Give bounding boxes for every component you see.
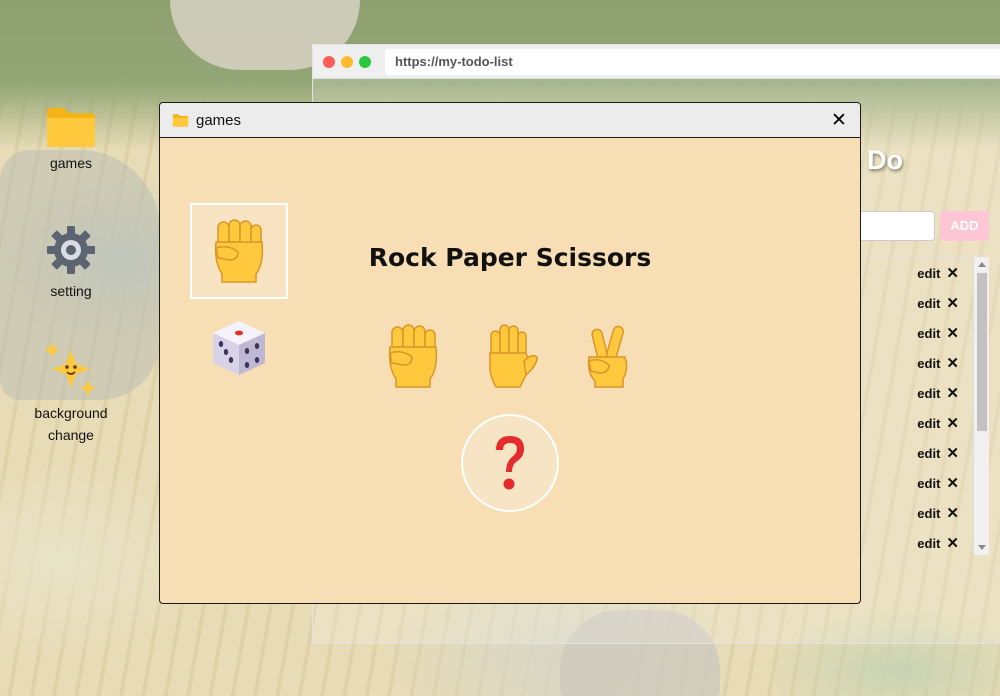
desktop-icon-label: games	[49, 155, 93, 171]
todo-row: edit ✕	[853, 378, 989, 408]
scroll-up-icon[interactable]	[978, 262, 986, 267]
edit-button[interactable]: edit	[917, 326, 940, 341]
todo-list: edit ✕ edit ✕ edit ✕ edit ✕ edit ✕ edit ✕ edit ✕ edit ✕…	[853, 257, 989, 555]
todo-row: edit ✕	[853, 468, 989, 498]
todo-row: edit ✕	[853, 288, 989, 318]
edit-button[interactable]: edit	[917, 536, 940, 551]
browser-toolbar: https://my-todo-list	[313, 45, 1000, 79]
add-button[interactable]: ADD	[940, 211, 989, 241]
raised-fist-icon	[214, 219, 264, 283]
todo-row: edit ✕	[853, 438, 989, 468]
delete-icon[interactable]: ✕	[946, 384, 959, 402]
scissors-choice-button[interactable]	[572, 321, 642, 391]
edit-button[interactable]: edit	[917, 446, 940, 461]
delete-icon[interactable]: ✕	[946, 444, 959, 462]
edit-button[interactable]: edit	[917, 266, 940, 281]
delete-icon[interactable]: ✕	[946, 474, 959, 492]
tab-dice[interactable]	[190, 299, 288, 395]
folder-icon	[47, 108, 95, 147]
games-titlebar[interactable]: games ✕	[160, 103, 860, 138]
delete-icon[interactable]: ✕	[946, 354, 959, 372]
maximize-dot-icon[interactable]	[359, 55, 371, 68]
delete-icon[interactable]: ✕	[946, 534, 959, 552]
scrollbar[interactable]	[973, 257, 989, 555]
todo-row: edit ✕	[853, 498, 989, 528]
close-dot-icon[interactable]	[323, 55, 335, 68]
edit-button[interactable]: edit	[917, 386, 940, 401]
edit-button[interactable]: edit	[917, 506, 940, 521]
todo-title: o Do	[843, 145, 903, 175]
todo-row: edit ✕	[853, 258, 989, 288]
todo-row: edit ✕	[853, 528, 989, 555]
delete-icon[interactable]: ✕	[946, 414, 959, 432]
paper-choice-button[interactable]	[475, 321, 545, 391]
scroll-thumb[interactable]	[977, 273, 987, 431]
close-button[interactable]: ✕	[828, 109, 850, 131]
todo-row: edit ✕	[853, 408, 989, 438]
desktop-icon-label: background change	[34, 405, 108, 443]
dice-icon	[213, 321, 265, 375]
scroll-down-icon[interactable]	[978, 545, 986, 550]
question-mark-icon	[496, 436, 524, 490]
edit-button[interactable]: edit	[917, 356, 940, 371]
delete-icon[interactable]: ✕	[946, 294, 959, 312]
scissors-hand-icon	[587, 325, 628, 388]
rock-fist-icon	[388, 324, 438, 388]
delete-icon[interactable]: ✕	[946, 324, 959, 342]
sparkles-icon	[44, 342, 96, 396]
gear-icon	[47, 226, 95, 274]
delete-icon[interactable]: ✕	[946, 504, 959, 522]
desktop-icon-background-change[interactable]: background change	[21, 342, 121, 446]
folder-icon	[172, 114, 189, 127]
address-bar[interactable]: https://my-todo-list	[385, 48, 1000, 75]
edit-button[interactable]: edit	[917, 476, 940, 491]
paper-hand-icon	[489, 324, 538, 388]
minimize-dot-icon[interactable]	[341, 55, 353, 68]
games-window: games ✕ Rock Paper Scissors	[159, 102, 861, 604]
desktop-icon-label: setting	[50, 283, 92, 299]
rock-choice-button[interactable]	[378, 321, 448, 391]
todo-row: edit ✕	[853, 318, 989, 348]
tab-rock-paper-scissors[interactable]	[190, 203, 288, 299]
edit-button[interactable]: edit	[917, 296, 940, 311]
edit-button[interactable]: edit	[917, 416, 940, 431]
todo-input[interactable]	[853, 211, 935, 241]
delete-icon[interactable]: ✕	[946, 264, 959, 282]
result-display	[461, 414, 559, 512]
window-title: games	[196, 111, 242, 129]
desktop-icon-games[interactable]: games	[21, 104, 121, 174]
todo-row: edit ✕	[853, 348, 989, 378]
game-title: Rock Paper Scissors	[368, 243, 652, 272]
desktop-icon-setting[interactable]: setting	[21, 224, 121, 302]
